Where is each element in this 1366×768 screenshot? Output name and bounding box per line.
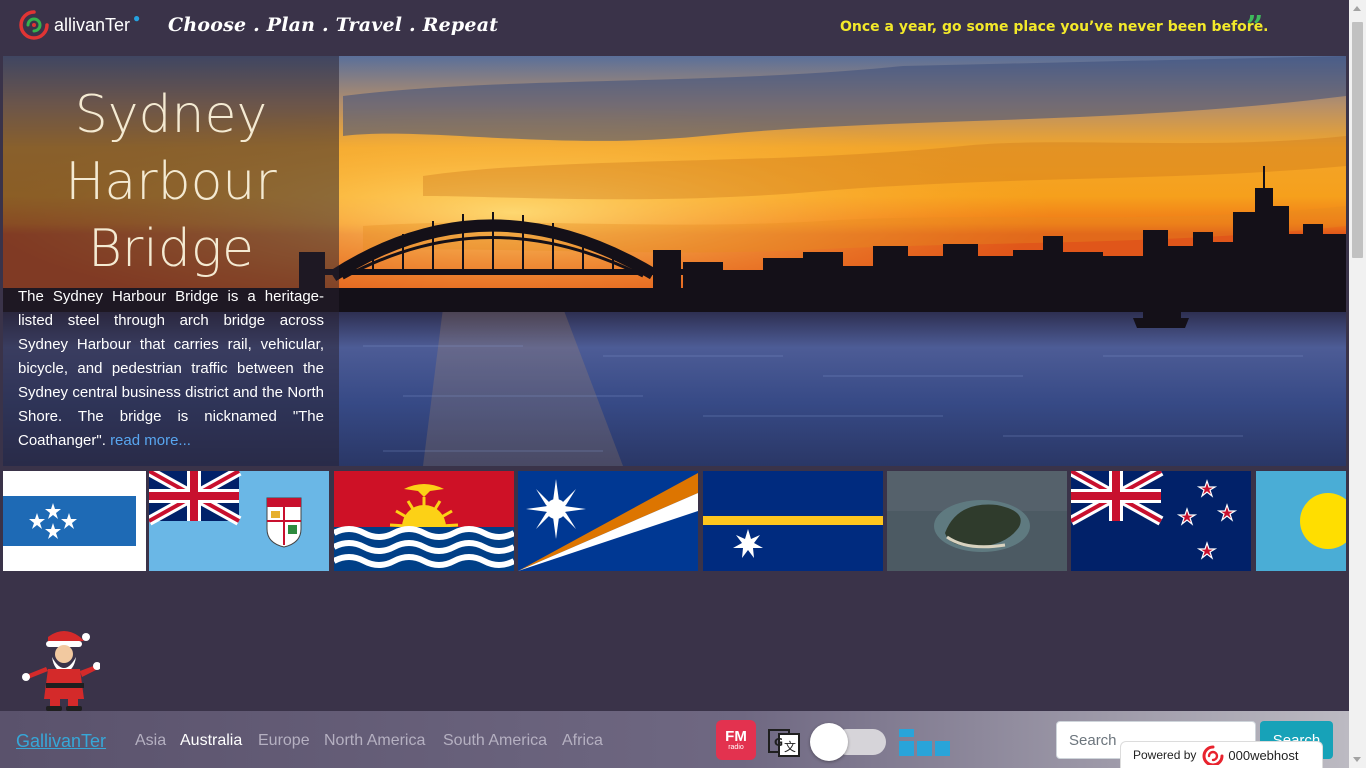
santa-claus-icon (22, 631, 100, 711)
flag-new-zealand[interactable] (1071, 471, 1251, 571)
fm-radio-label: FM (725, 728, 747, 745)
nav-link-south-america[interactable]: South America (443, 732, 547, 750)
hero-info-panel: Sydney Harbour Bridge The Sydney Harbour… (3, 56, 339, 466)
theme-toggle-switch[interactable] (810, 723, 886, 761)
flags-carousel (3, 471, 1346, 571)
flag-nauru[interactable] (703, 471, 883, 571)
island-aerial-photo[interactable] (887, 471, 1067, 571)
nav-link-europe[interactable]: Europe (258, 732, 310, 750)
nav-link-africa[interactable]: Africa (562, 732, 603, 750)
fm-radio-button[interactable]: FM radio (716, 720, 756, 760)
flag-fiji[interactable] (149, 471, 329, 571)
flag-marshall-islands[interactable] (518, 471, 698, 571)
webhost-logo-icon (1202, 745, 1224, 765)
hero-description-text: The Sydney Harbour Bridge is a heritage-… (18, 288, 324, 449)
hero-banner: Sydney Harbour Bridge The Sydney Harbour… (3, 56, 1346, 466)
logo-swirl-icon (19, 10, 49, 40)
navbar-brand[interactable]: GallivanTer (16, 731, 106, 752)
svg-text:G: G (774, 736, 783, 749)
toggle-knob (810, 723, 848, 761)
read-more-link[interactable]: read more... (110, 432, 191, 449)
powered-by-brand: 000webhost (1228, 747, 1299, 763)
site-logo[interactable]: allivanTer ● (18, 8, 140, 42)
top-header: allivanTer ● Choose . Plan . Travel . Re… (0, 0, 1349, 56)
hero-title: Sydney Harbour Bridge (65, 85, 277, 279)
nav-link-asia[interactable]: Asia (135, 732, 166, 750)
logo-dot-icon: ● (133, 11, 141, 25)
scroll-down-arrow-icon[interactable] (1353, 757, 1361, 762)
powered-by-badge[interactable]: Powered by 000webhost (1120, 741, 1323, 768)
flag-kiribati[interactable] (334, 471, 514, 571)
flag-micronesia[interactable] (3, 471, 146, 571)
scroll-up-arrow-icon[interactable] (1353, 6, 1361, 11)
fm-radio-sublabel: radio (728, 744, 744, 751)
nav-link-australia[interactable]: Australia (180, 732, 242, 750)
travel-quote: Once a year, go some place you’ve never … (840, 19, 1269, 35)
translate-icon[interactable]: G 文 (767, 726, 801, 758)
nav-link-north-america[interactable]: North America (324, 732, 425, 750)
svg-text:文: 文 (784, 739, 796, 754)
quote-close-icon: ” (1246, 10, 1264, 45)
scrollbar-thumb[interactable] (1352, 22, 1363, 258)
logo-text: allivanTer (54, 14, 131, 35)
site-tagline: Choose . Plan . Travel . Repeat (168, 14, 499, 36)
hero-description: The Sydney Harbour Bridge is a heritage-… (18, 285, 324, 453)
layout-blocks-icon[interactable] (899, 729, 951, 761)
flag-palau[interactable] (1256, 471, 1346, 571)
page-scrollbar[interactable] (1349, 0, 1366, 768)
powered-by-label: Powered by (1133, 748, 1197, 762)
